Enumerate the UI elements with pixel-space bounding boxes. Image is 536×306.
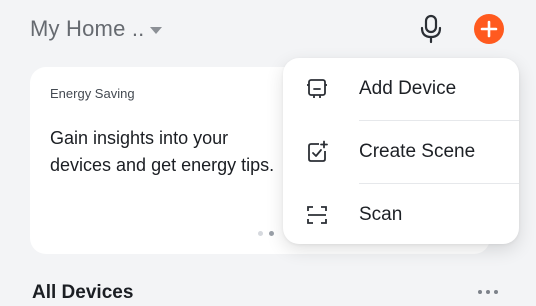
carousel-dots: [258, 231, 274, 236]
menu-item-create-scene[interactable]: Create Scene: [283, 121, 519, 183]
add-device-icon: [305, 77, 329, 101]
plus-icon: [480, 20, 498, 38]
add-button[interactable]: [474, 14, 504, 44]
carousel-dot-active: [269, 231, 274, 236]
home-title: My Home ..: [30, 16, 145, 41]
microphone-icon[interactable]: [418, 14, 444, 44]
more-dot: [494, 290, 498, 294]
more-icon[interactable]: [478, 290, 498, 294]
screen: My Home .. Energy Saving Gain insights i…: [0, 0, 536, 306]
more-dot: [486, 290, 490, 294]
scan-icon: [305, 203, 329, 227]
carousel-dot: [258, 231, 263, 236]
chevron-down-icon: [150, 26, 163, 34]
menu-item-label: Add Device: [359, 78, 457, 99]
add-menu: Add Device Create Scene Scan: [283, 58, 519, 244]
menu-item-scan[interactable]: Scan: [283, 184, 519, 246]
section-title: All Devices: [32, 282, 134, 303]
more-dot: [478, 290, 482, 294]
card-label: Energy Saving: [50, 86, 135, 101]
home-selector[interactable]: My Home ..: [30, 16, 163, 42]
menu-item-label: Create Scene: [359, 141, 476, 162]
create-scene-icon: [305, 140, 329, 164]
card-text: Gain insights into your devices and get …: [50, 128, 275, 175]
menu-item-add-device[interactable]: Add Device: [283, 58, 519, 120]
menu-item-label: Scan: [359, 204, 403, 225]
